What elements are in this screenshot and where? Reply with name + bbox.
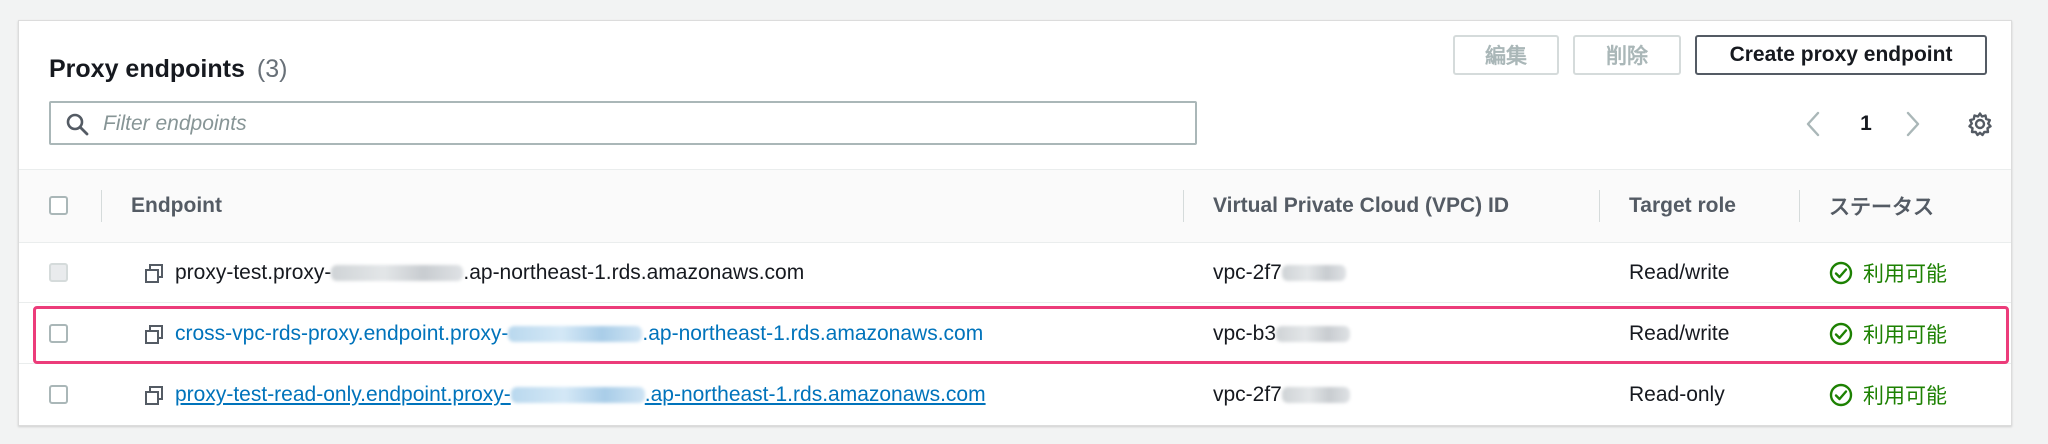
redacted-text	[331, 265, 464, 281]
status-cell: 利用可能	[1829, 304, 1947, 364]
previous-page-button[interactable]	[1799, 109, 1827, 139]
endpoint-link[interactable]: cross-vpc-rds-proxy.endpoint.proxy- .ap-n…	[175, 304, 983, 364]
row-divider	[19, 363, 2011, 364]
table-header: Endpoint Virtual Private Cloud (VPC) ID …	[19, 170, 2011, 243]
redacted-text	[510, 387, 645, 403]
endpoint-suffix[interactable]: .ap-northeast-1.rds.amazonaws.com	[642, 322, 983, 346]
gear-icon	[1968, 112, 1992, 137]
proxy-endpoints-panel: Proxy endpoints (3) 編集 削除 Create proxy e…	[18, 20, 2012, 426]
redacted-text	[1276, 326, 1351, 342]
filter-endpoints-input[interactable]	[101, 103, 1185, 145]
vpc-id-prefix: vpc-2f7	[1213, 261, 1282, 284]
select-all-checkbox[interactable]	[49, 196, 68, 215]
column-separator	[1183, 190, 1184, 222]
endpoint-link[interactable]: proxy-test-read-only.endpoint.proxy- .ap-…	[175, 365, 986, 425]
column-separator	[101, 190, 102, 222]
redacted-text	[1281, 265, 1346, 281]
status-cell: 利用可能	[1829, 243, 1947, 303]
table-row: cross-vpc-rds-proxy.endpoint.proxy- .ap-n…	[19, 304, 2011, 364]
column-header-vpc-id[interactable]: Virtual Private Cloud (VPC) ID	[1213, 170, 1509, 242]
table-preferences-button[interactable]	[1963, 109, 1997, 139]
filter-box[interactable]	[49, 101, 1197, 145]
redacted-text	[508, 326, 643, 342]
row-checkbox[interactable]	[49, 385, 68, 404]
endpoint-prefix: proxy-test.proxy-	[175, 261, 332, 284]
table-row: proxy-test.proxy- .ap-northeast-1.rds.ama…	[19, 243, 2011, 303]
status-text: 利用可能	[1863, 324, 1947, 347]
endpoint-suffix: .ap-northeast-1.rds.amazonaws.com	[463, 261, 805, 284]
column-separator	[1799, 190, 1800, 222]
endpoint-suffix[interactable]: .ap-northeast-1.rds.amazonaws.com	[645, 383, 986, 407]
column-header-endpoint[interactable]: Endpoint	[131, 170, 222, 242]
status-available-icon	[1829, 383, 1853, 407]
target-role: Read/write	[1629, 261, 1730, 284]
vpc-id-prefix: vpc-2f7	[1213, 383, 1282, 406]
row-divider	[19, 302, 2011, 303]
search-icon	[66, 113, 89, 136]
status-available-icon	[1829, 261, 1853, 285]
current-page-number[interactable]: 1	[1851, 109, 1881, 139]
delete-button[interactable]: 削除	[1573, 35, 1681, 75]
chevron-right-icon	[1906, 111, 1920, 137]
panel-header: Proxy endpoints (3)	[49, 49, 287, 89]
create-proxy-endpoint-button[interactable]: Create proxy endpoint	[1695, 35, 1987, 75]
redacted-text	[1281, 387, 1350, 403]
status-cell: 利用可能	[1829, 365, 1947, 425]
panel-title: Proxy endpoints	[49, 54, 245, 83]
table-row: proxy-test-read-only.endpoint.proxy- .ap-…	[19, 365, 2011, 425]
column-header-target-role[interactable]: Target role	[1629, 170, 1736, 242]
status-text: 利用可能	[1863, 385, 1947, 408]
column-separator	[1599, 190, 1600, 222]
copy-icon[interactable]	[143, 385, 165, 407]
endpoint-count: (3)	[256, 54, 288, 83]
endpoint-name: proxy-test.proxy- .ap-northeast-1.rds.ama…	[175, 243, 804, 303]
vpc-id-prefix: vpc-b3	[1213, 322, 1277, 345]
vpc-id: vpc-2f7	[1213, 243, 1346, 303]
chevron-left-icon	[1806, 111, 1820, 137]
target-role: Read/write	[1629, 322, 1730, 345]
edit-button[interactable]: 編集	[1453, 35, 1559, 75]
copy-icon[interactable]	[143, 324, 165, 346]
copy-icon[interactable]	[143, 263, 165, 285]
target-role: Read-only	[1629, 383, 1725, 406]
endpoint-prefix[interactable]: cross-vpc-rds-proxy.endpoint.proxy-	[175, 322, 508, 346]
column-header-status[interactable]: ステータス	[1829, 170, 1934, 242]
endpoint-prefix[interactable]: proxy-test-read-only.endpoint.proxy-	[175, 383, 511, 407]
next-page-button[interactable]	[1899, 109, 1927, 139]
status-available-icon	[1829, 322, 1853, 346]
row-checkbox[interactable]	[49, 324, 68, 343]
vpc-id: vpc-2f7	[1213, 365, 1350, 425]
row-checkbox[interactable]	[49, 263, 68, 282]
vpc-id: vpc-b3	[1213, 304, 1351, 364]
status-text: 利用可能	[1863, 263, 1947, 286]
